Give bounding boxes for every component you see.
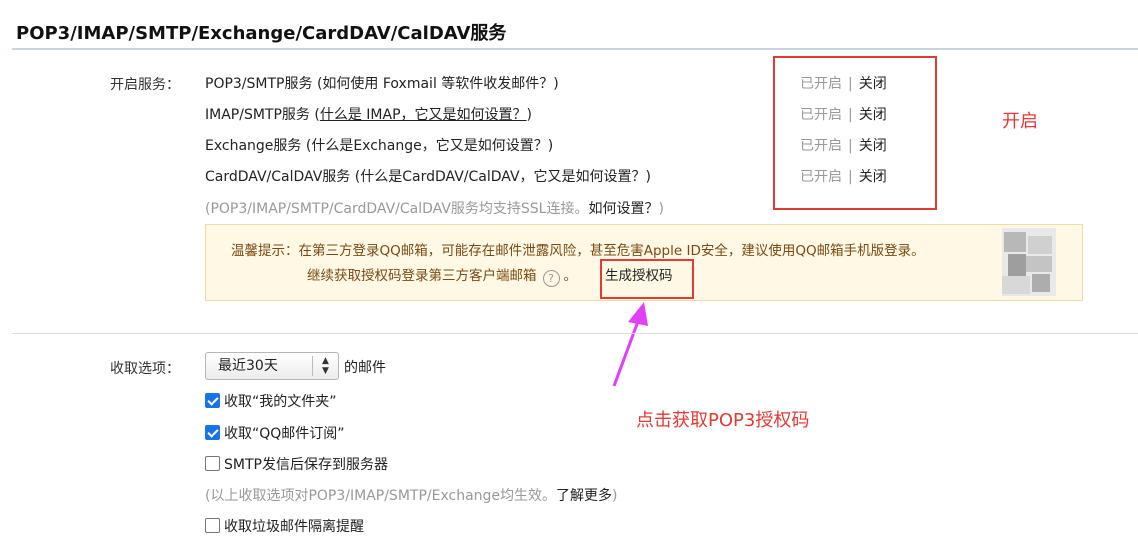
tip-period: 。 bbox=[563, 268, 578, 284]
ssl-help-link[interactable]: 如何设置？ bbox=[588, 201, 658, 217]
annotation-arrow-icon bbox=[612, 302, 648, 387]
checkbox-row-spam-alert[interactable]: 收取垃圾邮件隔离提醒 bbox=[205, 516, 364, 536]
qr-code-image bbox=[1002, 228, 1056, 296]
ssl-note: (POP3/IMAP/SMTP/CardDAV/CalDAV服务均支持SSL连接… bbox=[205, 198, 664, 218]
service-name: IMAP/SMTP服务 bbox=[205, 107, 310, 123]
learn-more-link[interactable]: 了解更多 bbox=[556, 488, 612, 504]
updown-arrows-icon: ▲ ▼ bbox=[312, 356, 338, 376]
options-note-close: ) bbox=[612, 488, 618, 504]
select-value: 最近30天 bbox=[218, 358, 278, 374]
service-row-exchange: Exchange服务 (什么是Exchange，它又是如何设置？) bbox=[205, 135, 553, 155]
checkbox-unchecked-icon[interactable] bbox=[205, 456, 220, 471]
checkbox-row-my-folders[interactable]: 收取“我的文件夹” bbox=[205, 391, 337, 411]
checkbox-label: SMTP发信后保存到服务器 bbox=[224, 457, 388, 473]
checkbox-label: 收取垃圾邮件隔离提醒 bbox=[224, 519, 364, 535]
annotation-enable: 开启 bbox=[1002, 111, 1038, 132]
service-row-imap: IMAP/SMTP服务 (什么是 IMAP，它又是如何设置？) bbox=[205, 104, 532, 124]
options-note-text: (以上收取选项对POP3/IMAP/SMTP/Exchange均生效。 bbox=[205, 488, 557, 504]
ssl-note-close: ) bbox=[658, 201, 664, 217]
service-help-link[interactable]: 什么是 IMAP，它又是如何设置？ bbox=[320, 107, 527, 123]
checkbox-label: 收取“QQ邮件订阅” bbox=[224, 426, 345, 442]
checkbox-checked-icon[interactable] bbox=[205, 393, 220, 408]
tip-continue-line: 继续获取授权码登录第三方客户端邮箱?。 bbox=[307, 264, 577, 287]
highlight-box-generate bbox=[600, 259, 694, 299]
checkbox-label: 收取“我的文件夹” bbox=[224, 394, 337, 410]
title-divider bbox=[12, 48, 1138, 50]
ssl-note-text: (POP3/IMAP/SMTP/CardDAV/CalDAV服务均支持SSL连接… bbox=[205, 201, 589, 217]
section-title: POP3/IMAP/SMTP/Exchange/CardDAV/CalDAV服务 bbox=[16, 23, 507, 44]
annotation-click-hint: 点击获取POP3授权码 bbox=[636, 410, 810, 431]
service-name: CardDAV/CalDAV服务 bbox=[205, 169, 351, 185]
tip-continue-text: 继续获取授权码登录第三方客户端邮箱 bbox=[307, 268, 537, 284]
options-note: (以上收取选项对POP3/IMAP/SMTP/Exchange均生效。了解更多) bbox=[205, 485, 618, 505]
service-help-link[interactable]: (如何使用 Foxmail 等软件收发邮件？) bbox=[317, 76, 559, 92]
highlight-box-status bbox=[773, 56, 937, 210]
question-circle-icon[interactable]: ? bbox=[542, 270, 560, 287]
section-divider bbox=[12, 333, 1138, 334]
service-name: Exchange服务 bbox=[205, 138, 302, 154]
services-label: 开启服务： bbox=[110, 77, 180, 93]
checkbox-unchecked-icon[interactable] bbox=[205, 518, 220, 533]
receive-options-label: 收取选项： bbox=[110, 361, 180, 377]
service-help-link[interactable]: (什么是CardDAV/CalDAV，它又是如何设置？) bbox=[355, 169, 651, 185]
checkbox-row-qq-subscriptions[interactable]: 收取“QQ邮件订阅” bbox=[205, 423, 345, 443]
select-suffix: 的邮件 bbox=[344, 360, 386, 376]
service-name: POP3/SMTP服务 bbox=[205, 76, 313, 92]
tip-warning-text: 温馨提示：在第三方登录QQ邮箱，可能存在邮件泄露风险，甚至危害Apple ID安… bbox=[231, 243, 925, 259]
receive-range-select[interactable]: 最近30天 ▲ ▼ bbox=[205, 352, 339, 380]
service-help-link[interactable]: (什么是Exchange，它又是如何设置？) bbox=[306, 138, 553, 154]
checkbox-checked-icon[interactable] bbox=[205, 425, 220, 440]
service-row-carddav: CardDAV/CalDAV服务 (什么是CardDAV/CalDAV，它又是如… bbox=[205, 166, 651, 186]
checkbox-row-smtp-save[interactable]: SMTP发信后保存到服务器 bbox=[205, 454, 388, 474]
paren-close: ) bbox=[526, 107, 532, 123]
service-row-pop3: POP3/SMTP服务 (如何使用 Foxmail 等软件收发邮件？) bbox=[205, 73, 559, 93]
